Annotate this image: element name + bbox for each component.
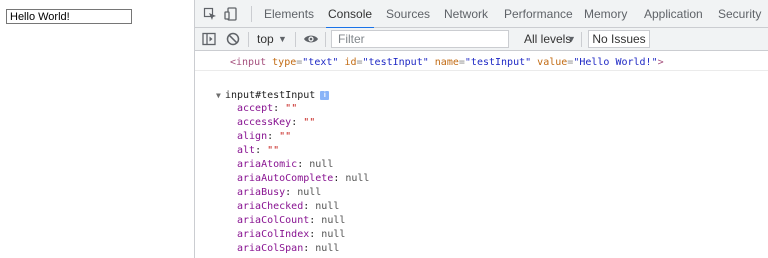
tabbar-separator [251,6,252,22]
toolbar-separator [295,32,296,47]
property-row[interactable]: ariaColCount: null [237,214,369,228]
inspect-icon[interactable] [202,6,218,22]
tab-sources[interactable]: Sources [386,0,430,28]
filter-input[interactable] [331,30,509,48]
attr-name: value [537,57,568,68]
tab-memory[interactable]: Memory [584,0,627,28]
property-value: null [321,229,346,240]
attr-value: "Hello World!" [573,57,658,68]
property-row[interactable]: ariaBusy: null [237,186,369,200]
property-value: "" [303,117,316,128]
property-key: align [237,131,268,142]
sidebar-toggle-icon[interactable] [201,31,217,47]
property-value: null [297,187,322,198]
log-levels-dropdown[interactable]: All levels [524,28,571,51]
page-viewport [0,0,195,258]
console-message: <input type="text" id="testInput" name="… [195,52,768,71]
property-key: ariaColIndex [237,229,310,240]
property-row[interactable]: ariaChecked: null [237,200,369,214]
console-toolbar: top ▼ All levels ▼ No Issues [195,28,768,51]
clear-console-icon[interactable] [225,31,241,47]
issues-button[interactable]: No Issues [588,30,650,48]
attr-value: "testInput" [464,57,532,68]
property-value: null [345,173,370,184]
tab-application[interactable]: Application [644,0,703,28]
property-value: null [309,159,334,170]
chevron-down-icon[interactable]: ▼ [278,28,287,51]
tab-console[interactable]: Console [325,0,375,29]
property-row[interactable]: accessKey: "" [237,116,369,130]
attr-name: type [272,57,297,68]
toolbar-separator [325,32,326,47]
property-key: ariaBusy [237,187,286,198]
property-key: ariaAutoComplete [237,173,334,184]
property-key: ariaChecked [237,201,304,212]
context-selector[interactable]: top [257,28,274,51]
property-value: "" [285,103,298,114]
toolbar-separator [581,32,582,47]
property-key: ariaAtomic [237,159,298,170]
attr-value: "text" [302,57,339,68]
property-row[interactable]: ariaColSpan: null [237,242,369,256]
tab-elements[interactable]: Elements [264,0,314,28]
eye-icon[interactable] [303,31,319,47]
tab-performance[interactable]: Performance [504,0,573,28]
html-element-output[interactable]: <input type="text" id="testInput" name="… [230,56,664,69]
property-key: accept [237,103,274,114]
property-row[interactable]: accept: "" [237,102,369,116]
property-key: accessKey [237,117,292,128]
property-key: alt [237,145,256,156]
devtools-panel: Elements Console Sources Network Perform… [195,0,768,258]
property-row[interactable]: ariaAutoComplete: null [237,172,369,186]
property-key: ariaColSpan [237,243,304,254]
tab-network[interactable]: Network [444,0,488,28]
property-value: null [315,243,340,254]
property-row[interactable]: align: "" [237,130,369,144]
property-key: ariaColCount [237,215,310,226]
toolbar-separator [248,32,249,47]
property-value: "" [279,131,292,142]
test-input[interactable] [6,9,132,24]
property-row[interactable]: alt: "" [237,144,369,158]
property-value: null [321,215,346,226]
attr-name: id [344,57,357,68]
object-label: input#testInput [225,90,316,101]
expand-triangle-icon[interactable]: ▼ [216,89,225,102]
devtools-tabbar: Elements Console Sources Network Perform… [195,0,768,29]
property-row[interactable]: ariaAtomic: null [237,158,369,172]
device-toolbar-icon[interactable] [223,6,239,22]
html-tag-open: <input [230,57,267,68]
info-icon[interactable]: i [320,91,330,100]
property-value: "" [267,145,280,156]
console-output: <input type="text" id="testInput" name="… [195,52,768,258]
chevron-down-icon[interactable]: ▼ [567,28,576,51]
attr-value: "testInput" [362,57,429,68]
property-row[interactable]: ariaColIndex: null [237,228,369,242]
object-header[interactable]: ▼ input#testInput i [216,89,330,102]
tab-security[interactable]: Security [718,0,761,28]
property-value: null [315,201,340,212]
html-tag-close: > [657,57,664,68]
property-list: accept: "" accessKey: "" align: "" alt: … [237,102,369,256]
attr-name: name [434,57,459,68]
